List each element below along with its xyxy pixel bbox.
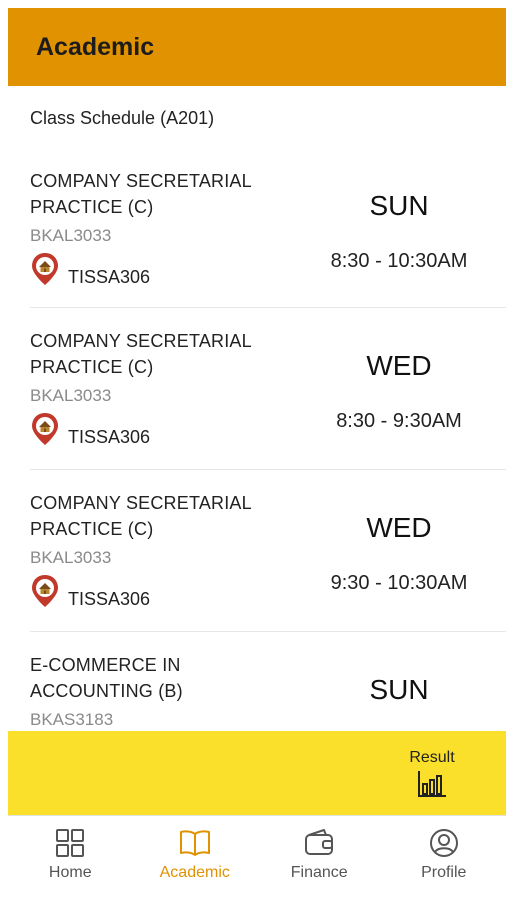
venue-label: TISSA306 <box>68 589 151 609</box>
location-pin-icon <box>32 575 58 607</box>
page-title: Academic <box>36 32 155 61</box>
location-pin-icon <box>32 253 58 285</box>
nav-academic[interactable]: Academic <box>133 816 258 896</box>
course-name: COMPANY SECRETARIAL PRACTICE (C) <box>30 493 252 539</box>
course-code: BKAS3183 <box>30 710 114 729</box>
course-name: COMPANY SECRETARIAL PRACTICE (C) <box>30 171 252 217</box>
course-code: BKAL3033 <box>30 386 112 405</box>
class-day: SUN <box>369 190 429 221</box>
class-time: 8:30 - 9:30AM <box>336 410 462 432</box>
class-card[interactable]: COMPANY SECRETARIAL PRACTICE (C) BKAL303… <box>30 308 506 470</box>
venue-label: TISSA306 <box>68 267 151 287</box>
venue: TISSA306 <box>30 412 151 447</box>
course-code: BKAL3033 <box>30 548 112 567</box>
wallet-icon <box>305 829 334 855</box>
schedule-title: Class Schedule (A201) <box>30 108 215 128</box>
app-bar: Academic <box>8 8 506 86</box>
nav-academic-label: Academic <box>159 864 230 881</box>
nav-profile-label: Profile <box>421 864 467 881</box>
app-frame: Academic Class Schedule (A201) COMPANY S… <box>8 8 506 896</box>
class-card[interactable]: COMPANY SECRETARIAL PRACTICE (C) BKAL303… <box>30 470 506 632</box>
result-label: Result <box>409 749 455 766</box>
course-name: E-COMMERCE IN ACCOUNTING (B) <box>30 655 183 701</box>
bottom-nav: Home Academic Finance Profile <box>8 815 506 896</box>
class-card[interactable]: COMPANY SECRETARIAL PRACTICE (C) BKAL303… <box>30 148 506 308</box>
class-time: 9:30 - 10:30AM <box>330 572 468 594</box>
nav-home[interactable]: Home <box>8 816 133 896</box>
nav-finance-label: Finance <box>290 864 348 881</box>
class-day: WED <box>366 350 432 381</box>
open-book-icon <box>179 830 210 856</box>
class-time: 8:30 - 10:30AM <box>330 250 468 272</box>
venue: TISSA306 <box>30 574 151 609</box>
location-pin-icon <box>32 413 58 445</box>
venue-label: TISSA306 <box>68 427 151 447</box>
venue: TISSA306 <box>30 252 151 287</box>
course-name: COMPANY SECRETARIAL PRACTICE (C) <box>30 331 252 377</box>
schedule-list[interactable]: Class Schedule (A201) COMPANY SECRETARIA… <box>8 86 506 811</box>
user-circle-icon <box>429 829 458 857</box>
class-day: SUN <box>369 674 429 705</box>
nav-profile[interactable]: Profile <box>382 816 507 896</box>
nav-finance[interactable]: Finance <box>257 816 382 896</box>
nav-home-label: Home <box>48 864 92 881</box>
class-day: WED <box>366 512 432 543</box>
result-button[interactable]: Result <box>402 749 462 799</box>
grid-icon <box>56 829 85 857</box>
result-bar: Result <box>8 731 506 815</box>
course-code: BKAL3033 <box>30 226 112 245</box>
bar-chart-icon <box>418 771 446 797</box>
